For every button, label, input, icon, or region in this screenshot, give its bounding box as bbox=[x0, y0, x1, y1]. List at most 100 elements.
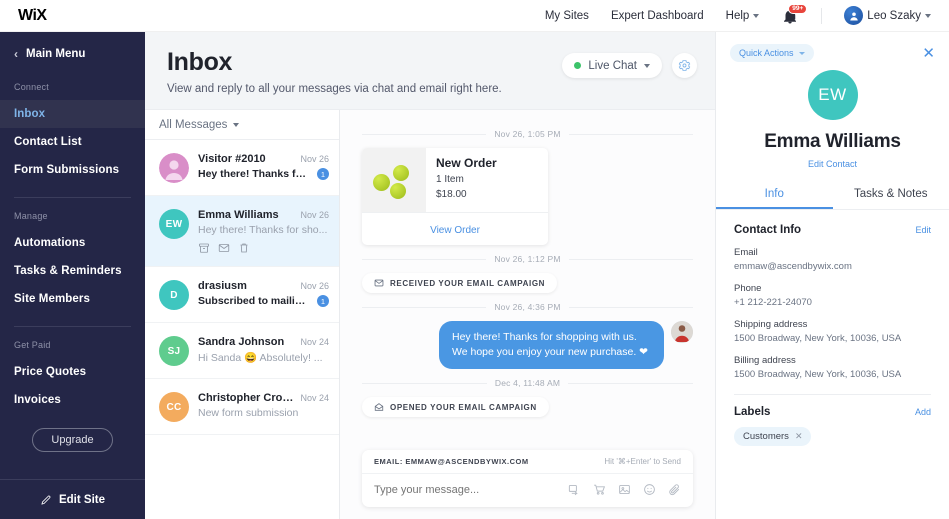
upgrade-button[interactable]: Upgrade bbox=[32, 428, 113, 452]
composer-wrap: EMAIL: EMMAW@ASCENDBYWIX.COM Hit '⌘+Ente… bbox=[340, 444, 715, 519]
nav-expert-dashboard[interactable]: Expert Dashboard bbox=[611, 10, 704, 22]
avatar: EW bbox=[807, 70, 858, 120]
sidebar-item-automations[interactable]: Automations bbox=[0, 229, 145, 257]
saved-replies-icon[interactable] bbox=[568, 483, 581, 496]
list-item-body: drasiusm Nov 26 Subscribed to mailing ..… bbox=[198, 280, 329, 310]
view-order-link[interactable]: View Order bbox=[430, 225, 480, 236]
sidebar-item-inbox[interactable]: Inbox bbox=[0, 100, 145, 128]
product-image bbox=[362, 148, 426, 212]
trash-icon[interactable] bbox=[238, 242, 250, 254]
divider bbox=[568, 133, 693, 135]
contact-name: drasiusm bbox=[198, 280, 247, 292]
wix-logo[interactable]: WiX bbox=[18, 7, 47, 25]
avatar: SJ bbox=[159, 336, 189, 366]
contact-name: Christopher Cropper bbox=[198, 392, 295, 404]
close-icon[interactable]: ✕ bbox=[795, 431, 803, 442]
sidebar-group-get-paid-title: Get Paid bbox=[14, 340, 51, 350]
close-icon[interactable]: ✕ bbox=[922, 46, 935, 61]
order-card[interactable]: New Order 1 Item $18.00 View Order bbox=[362, 148, 548, 245]
message-preview: Hey there! Thanks for ... bbox=[198, 168, 311, 180]
message-date: Nov 24 bbox=[300, 393, 329, 403]
image-icon[interactable] bbox=[618, 483, 631, 496]
contact-tabs: Info Tasks & Notes bbox=[716, 181, 949, 210]
tab-info[interactable]: Info bbox=[716, 181, 833, 209]
sidebar-item-price-quotes[interactable]: Price Quotes bbox=[0, 358, 145, 386]
nav-my-sites[interactable]: My Sites bbox=[545, 10, 589, 22]
messages-filter-dropdown[interactable]: All Messages bbox=[145, 110, 339, 140]
list-item[interactable]: SJ Sandra Johnson Nov 24 Hi Sanda 😄 Abso… bbox=[145, 323, 339, 379]
contact-info-title: Contact Info bbox=[734, 224, 802, 236]
label-chip[interactable]: Customers ✕ bbox=[734, 427, 812, 446]
field-value: 1500 Broadway, New York, 10036, USA bbox=[734, 369, 902, 380]
list-item-actions bbox=[198, 242, 329, 254]
list-item[interactable]: Visitor #2010 Nov 26 Hey there! Thanks f… bbox=[145, 140, 339, 196]
label-chip-text: Customers bbox=[743, 431, 789, 442]
message-input[interactable] bbox=[374, 483, 568, 496]
tab-tasks-notes[interactable]: Tasks & Notes bbox=[833, 181, 949, 209]
chevron-down-icon bbox=[233, 122, 240, 127]
list-item[interactable]: D drasiusm Nov 26 Subscribed to mailing … bbox=[145, 267, 339, 323]
user-name: Leo Szaky bbox=[867, 9, 921, 22]
list-item-row-bottom: Hey there! Thanks for sho... bbox=[198, 224, 329, 236]
messages-filter-label: All Messages bbox=[159, 118, 228, 131]
list-item-row-top: Emma Williams Nov 26 bbox=[198, 209, 329, 221]
field-shipping-address: Shipping address 1500 Broadway, New York… bbox=[734, 319, 931, 344]
edit-contact-link[interactable]: Edit Contact bbox=[730, 159, 935, 169]
top-bar-right: My Sites Expert Dashboard Help 99+ Leo S… bbox=[545, 3, 931, 25]
list-item[interactable]: CC Christopher Cropper Nov 24 New form s… bbox=[145, 379, 339, 435]
topbar-divider bbox=[821, 7, 823, 24]
contact-name: Visitor #2010 bbox=[198, 153, 266, 165]
mail-icon[interactable] bbox=[218, 242, 230, 254]
visitor-avatar-icon bbox=[159, 153, 189, 183]
sidebar-item-tasks-reminders[interactable]: Tasks & Reminders bbox=[0, 257, 145, 285]
emoji-icon[interactable] bbox=[643, 483, 656, 496]
sidebar-item-contact-list[interactable]: Contact List bbox=[0, 128, 145, 156]
event-label: RECEIVED YOUR EMAIL CAMPAIGN bbox=[390, 278, 546, 288]
archive-icon[interactable] bbox=[198, 242, 210, 254]
unread-badge: 1 bbox=[317, 295, 329, 307]
contact-panel-top: Quick Actions ✕ bbox=[716, 32, 949, 62]
upgrade-wrap: Upgrade bbox=[0, 414, 145, 468]
message-date: Nov 24 bbox=[300, 337, 329, 347]
open-mail-icon bbox=[374, 403, 384, 411]
sidebar-item-site-members[interactable]: Site Members bbox=[0, 285, 145, 313]
center-column: Inbox View and reply to all your message… bbox=[145, 32, 715, 519]
nav-expert-dashboard-label: Expert Dashboard bbox=[610, 9, 704, 22]
edit-contact-info-link[interactable]: Edit bbox=[915, 225, 931, 235]
nav-my-sites-label: My Sites bbox=[544, 9, 589, 22]
sidebar-divider bbox=[14, 326, 131, 327]
timestamp: Nov 26, 1:12 PM bbox=[494, 254, 561, 264]
order-price: $18.00 bbox=[436, 189, 467, 200]
message-preview: Subscribed to mailing ... bbox=[198, 295, 311, 307]
message-preview: Hey there! Thanks for sho... bbox=[198, 224, 328, 236]
order-card-top: New Order 1 Item $18.00 bbox=[362, 148, 548, 212]
sidebar-main-menu[interactable]: ‹ Main Menu bbox=[0, 32, 145, 60]
avatar: D bbox=[159, 280, 189, 310]
timestamp: Dec 4, 11:48 AM bbox=[494, 378, 561, 388]
live-chat-dropdown[interactable]: Live Chat bbox=[562, 53, 662, 78]
message-composer: EMAIL: EMMAW@ASCENDBYWIX.COM Hit '⌘+Ente… bbox=[362, 450, 693, 507]
list-item-row-bottom: Hey there! Thanks for ... 1 bbox=[198, 168, 329, 180]
chevron-left-icon: ‹ bbox=[14, 47, 18, 61]
add-label-link[interactable]: Add bbox=[915, 407, 931, 417]
message-date: Nov 26 bbox=[300, 210, 329, 220]
user-menu[interactable]: Leo Szaky bbox=[844, 6, 931, 25]
divider bbox=[362, 133, 487, 135]
notifications-button[interactable]: 99+ bbox=[781, 3, 808, 25]
chevron-down-icon bbox=[753, 13, 760, 18]
attachment-icon[interactable] bbox=[668, 483, 681, 496]
composer-header: EMAIL: EMMAW@ASCENDBYWIX.COM Hit '⌘+Ente… bbox=[362, 450, 693, 474]
list-item[interactable]: EW Emma Williams Nov 26 Hey there! Thank… bbox=[145, 196, 339, 267]
message-preview: Hi Sanda 😄 Absolutely! ... bbox=[198, 352, 323, 364]
settings-button[interactable] bbox=[672, 53, 697, 78]
nav-help[interactable]: Help bbox=[726, 10, 760, 22]
sidebar-item-form-submissions[interactable]: Form Submissions bbox=[0, 156, 145, 184]
edit-site-button[interactable]: Edit Site bbox=[0, 479, 145, 519]
cart-icon[interactable] bbox=[593, 483, 606, 496]
contact-info-header: Contact Info Edit bbox=[734, 224, 931, 236]
composer-channel-label: EMAIL: EMMAW@ASCENDBYWIX.COM bbox=[374, 457, 529, 466]
quick-actions-dropdown[interactable]: Quick Actions bbox=[730, 44, 814, 62]
event-row-received: RECEIVED YOUR EMAIL CAMPAIGN bbox=[362, 273, 693, 293]
field-label: Email bbox=[734, 247, 758, 258]
sidebar-item-invoices[interactable]: Invoices bbox=[0, 386, 145, 414]
